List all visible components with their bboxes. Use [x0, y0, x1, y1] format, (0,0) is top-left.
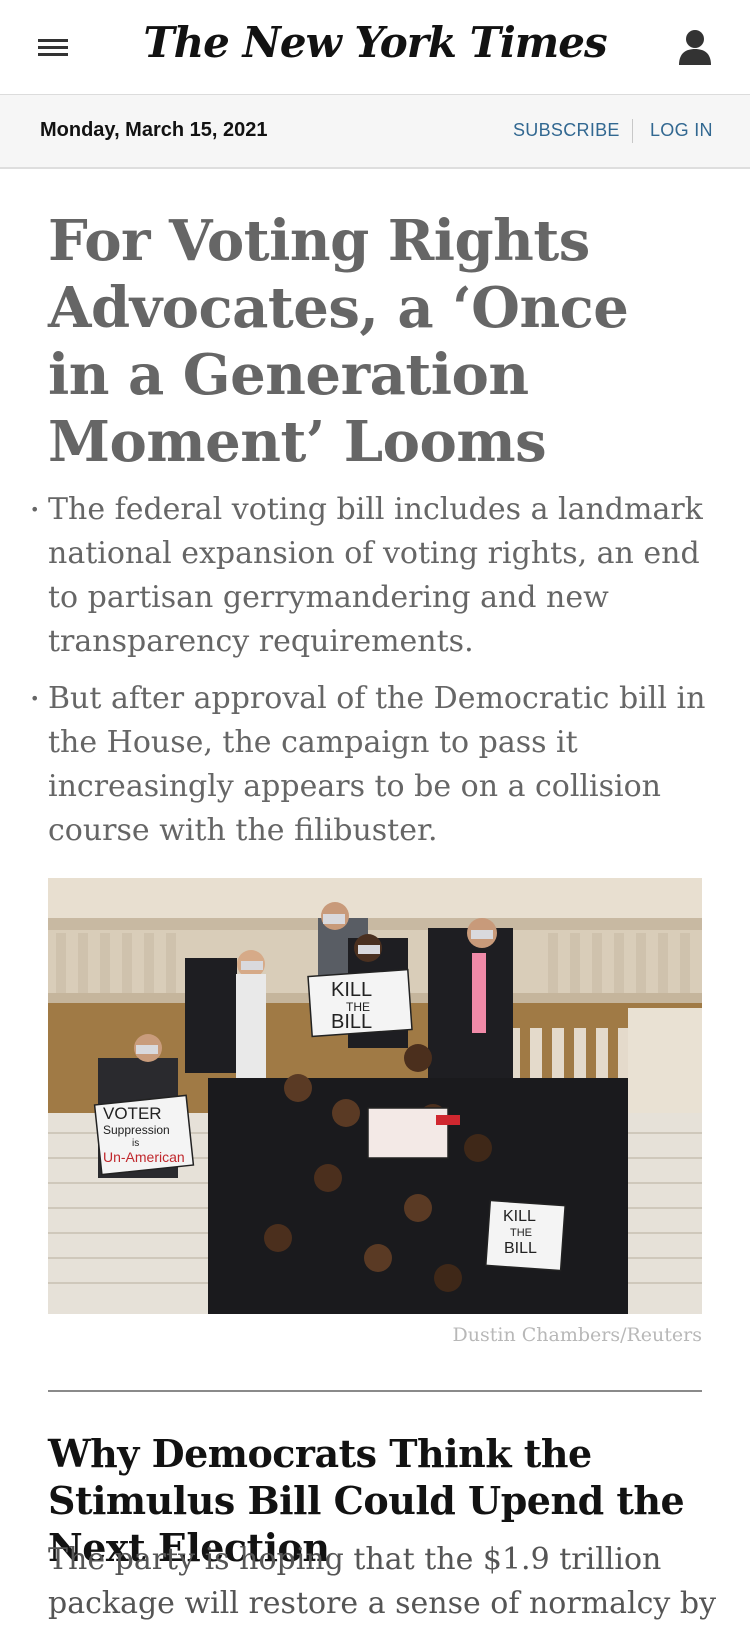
sign-text: is: [132, 1138, 139, 1149]
login-link[interactable]: LOG IN: [650, 120, 713, 141]
bullet-icon: •: [30, 500, 40, 519]
sign-text: KILL: [503, 1208, 536, 1225]
lead-story-headline[interactable]: For Voting Rights Advocates, a ‘Once in …: [48, 208, 708, 476]
lead-summary-point: • The federal voting bill includes a lan…: [30, 488, 718, 664]
masthead-logo[interactable]: The New York Times: [0, 18, 750, 67]
top-navigation-bar: The New York Times: [0, 0, 750, 95]
sign-text: THE: [510, 1227, 532, 1239]
bullet-icon: •: [30, 689, 40, 708]
sign-text: KILL: [331, 979, 372, 1001]
sign-text: BILL: [331, 1011, 372, 1033]
current-date: Monday, March 15, 2021: [40, 119, 268, 141]
user-account-icon[interactable]: [678, 28, 712, 66]
photo-credit: Dustin Chambers/Reuters: [452, 1324, 702, 1346]
date-bar: Monday, March 15, 2021 SUBSCRIBE LOG IN: [0, 95, 750, 169]
sign-text: BILL: [504, 1240, 537, 1257]
lead-summary-text: But after approval of the Democratic bil…: [48, 681, 706, 848]
link-divider: [632, 119, 633, 143]
lead-summary-point: • But after approval of the Democratic b…: [30, 677, 718, 853]
sign-text: VOTER: [103, 1104, 162, 1123]
lead-story-photo[interactable]: KILL THE BILL VOTER Suppression is Un-Am…: [48, 878, 702, 1314]
subscribe-link[interactable]: SUBSCRIBE: [513, 120, 620, 141]
lead-summary-text: The federal voting bill includes a landm…: [48, 492, 703, 659]
section-divider: [48, 1390, 702, 1392]
second-story-summary: The party is hoping that the $1.9 trilli…: [48, 1542, 717, 1621]
sign-text: Un-American: [103, 1149, 185, 1165]
sign-text: Suppression: [103, 1123, 170, 1137]
